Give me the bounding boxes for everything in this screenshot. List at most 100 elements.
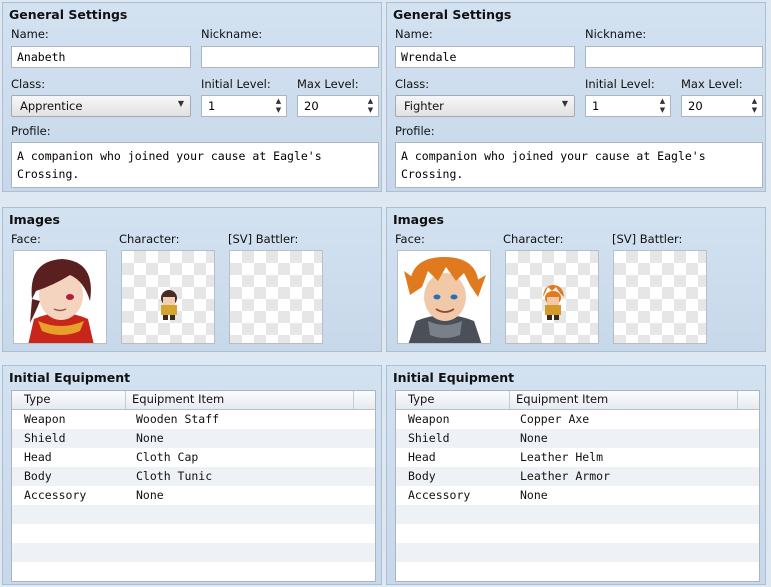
equipment-rows: Weapon Copper Axe Shield None Head Leather … [396,410,759,581]
column-header-equipment-item[interactable]: Equipment Item [510,391,738,409]
type-cell: Body [408,469,436,483]
item-cell: None [520,431,548,445]
name-field[interactable]: Anabeth [11,46,191,68]
section-title: Initial Equipment [9,370,131,385]
column-header-type[interactable]: Type [12,391,126,409]
battler-image[interactable] [613,250,707,344]
empty-row[interactable] [396,543,759,562]
equipment-table[interactable]: Type Equipment Item Weapon Wooden Staff S… [11,390,376,582]
item-cell: Wooden Staff [136,412,220,426]
spin-arrows-icon[interactable]: ▲ ▼ [274,97,283,115]
character-image[interactable] [121,250,215,344]
empty-row[interactable] [396,562,759,581]
item-cell: Cloth Cap [136,450,199,464]
table-row[interactable]: Weapon Copper Axe [396,410,759,429]
max-level-label: Max Level: [297,77,359,91]
section-title: Images [393,212,444,227]
initial-level-value: 1 [208,99,216,113]
type-cell: Accessory [408,488,471,502]
initial-equipment-panel: Initial Equipment Type Equipment Item We… [2,365,382,585]
character-sprite-image [543,285,564,320]
type-cell: Accessory [24,488,87,502]
type-cell: Shield [24,431,66,445]
max-level-label: Max Level: [681,77,743,91]
table-row[interactable]: Shield None [12,429,375,448]
actor-column-left: General Settings Name: Anabeth Nickname:… [2,0,384,587]
profile-label: Profile: [395,124,435,138]
character-image[interactable] [505,250,599,344]
table-row[interactable]: Weapon Wooden Staff [12,410,375,429]
item-cell: Leather Helm [520,450,604,464]
max-level-stepper[interactable]: 20 ▲ ▼ [297,95,379,117]
profile-line: A companion who joined your cause at Eag… [401,149,706,163]
images-panel: Images Face: Character: [SV] Battler: [2,207,382,352]
initial-level-stepper[interactable]: 1 ▲ ▼ [201,95,287,117]
profile-textarea[interactable]: A companion who joined your cause at Eag… [395,142,763,188]
class-select-value: Apprentice [20,99,83,113]
item-cell: None [136,431,164,445]
class-label: Class: [11,77,46,91]
images-panel: Images Face: Character: [SV] Battler: [386,207,766,352]
section-title: Initial Equipment [393,370,515,385]
profile-textarea[interactable]: A companion who joined your cause at Eag… [11,142,379,188]
nickname-field[interactable] [585,46,763,68]
class-select[interactable]: Apprentice ▼ [11,95,191,117]
max-level-stepper[interactable]: 20 ▲ ▼ [681,95,763,117]
max-level-value: 20 [304,99,319,113]
table-row[interactable]: Accessory None [396,486,759,505]
column-header-spacer [738,391,759,409]
initial-level-label: Initial Level: [201,77,271,91]
nickname-label: Nickname: [585,27,647,41]
chevron-down-icon: ▼ [177,99,184,108]
table-row[interactable]: Body Cloth Tunic [12,467,375,486]
table-row[interactable]: Head Leather Helm [396,448,759,467]
face-image[interactable] [13,250,107,344]
type-cell: Weapon [408,412,450,426]
column-header-type[interactable]: Type [396,391,510,409]
profile-line: Crossing. [401,167,464,181]
empty-row[interactable] [12,562,375,581]
equipment-table-header: Type Equipment Item [12,391,375,410]
table-row[interactable]: Accessory None [12,486,375,505]
empty-row[interactable] [12,505,375,524]
nickname-label: Nickname: [201,27,263,41]
nickname-field[interactable] [201,46,379,68]
spin-arrows-icon[interactable]: ▲ ▼ [750,97,759,115]
class-label: Class: [395,77,430,91]
initial-level-value: 1 [592,99,600,113]
type-cell: Head [24,450,52,464]
name-field[interactable]: Wrendale [395,46,575,68]
battler-image[interactable] [229,250,323,344]
profile-label: Profile: [11,124,51,138]
equipment-table[interactable]: Type Equipment Item Weapon Copper Axe Shi… [395,390,760,582]
table-row[interactable]: Head Cloth Cap [12,448,375,467]
item-cell: Leather Armor [520,469,611,483]
table-row[interactable]: Shield None [396,429,759,448]
column-header-equipment-item[interactable]: Equipment Item [126,391,354,409]
general-settings-panel: General Settings Name: Wrendale Nickname… [386,2,766,192]
section-title: General Settings [393,7,512,22]
profile-line: Crossing. [17,167,80,181]
face-label: Face: [395,232,425,246]
section-title: Images [9,212,60,227]
equipment-rows: Weapon Wooden Staff Shield None Head Cloth … [12,410,375,581]
spin-arrows-icon[interactable]: ▲ ▼ [366,97,375,115]
spin-arrows-icon[interactable]: ▲ ▼ [658,97,667,115]
character-sprite-image [161,290,177,320]
face-image[interactable] [397,250,491,344]
column-header-spacer [354,391,375,409]
character-label: Character: [119,232,180,246]
table-row[interactable]: Body Leather Armor [396,467,759,486]
initial-level-stepper[interactable]: 1 ▲ ▼ [585,95,671,117]
type-cell: Weapon [24,412,66,426]
empty-row[interactable] [396,524,759,543]
character-label: Character: [503,232,564,246]
actor-column-right: General Settings Name: Wrendale Nickname… [386,0,768,587]
class-select[interactable]: Fighter ▼ [395,95,575,117]
class-select-value: Fighter [404,99,444,113]
empty-row[interactable] [12,543,375,562]
empty-row[interactable] [396,505,759,524]
empty-row[interactable] [12,524,375,543]
equipment-table-header: Type Equipment Item [396,391,759,410]
item-cell: None [520,488,548,502]
